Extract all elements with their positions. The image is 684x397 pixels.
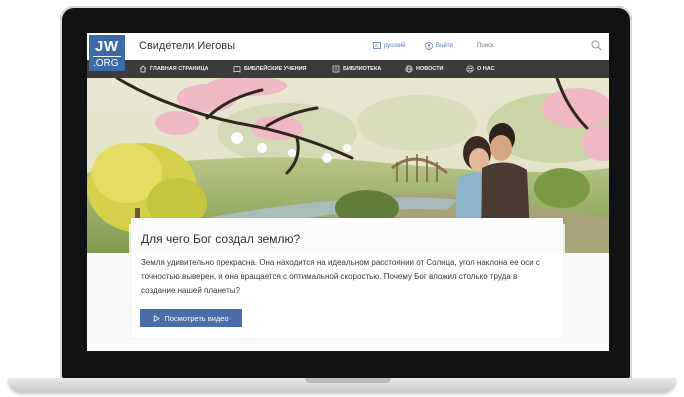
nav-item-news[interactable]: НОВОСТИ [405,65,444,73]
people-icon [466,65,474,73]
home-icon [139,65,147,73]
login-label: Войти [436,43,453,49]
nav-item-bible-teachings[interactable]: БИБЛЕЙСКИЕ УЧЕНИЯ [233,65,307,73]
language-icon: A [373,42,381,49]
site-title[interactable]: Свидетели Иеговы [139,40,235,52]
browser-screen: JW .ORG Свидетели Иеговы A русский Войти… [87,33,609,351]
main-nav: ГЛАВНАЯ СТРАНИЦА БИБЛЕЙСКИЕ УЧЕНИЯ БИБЛИ… [87,60,609,78]
nav-label-library: БИБЛИОТЕКА [343,66,382,72]
jw-logo[interactable]: JW .ORG [89,35,125,71]
nav-label-home: ГЛАВНАЯ СТРАНИЦА [150,66,209,72]
logo-text-top: JW [95,38,119,55]
library-icon [332,65,340,73]
nav-item-about[interactable]: О НАС [466,65,495,73]
nav-label-about: О НАС [477,66,495,72]
logo-text-bottom: .ORG [93,56,121,69]
play-icon [154,314,161,322]
laptop-notch [305,378,391,383]
login-link[interactable]: Войти [425,42,453,50]
nav-label-news: НОВОСТИ [416,66,444,72]
nav-item-library[interactable]: БИБЛИОТЕКА [332,65,381,73]
watch-video-button[interactable]: Посмотреть видео [140,309,242,327]
feature-description: Земля удивительно прекрасна. Она находит… [141,258,540,295]
bible-icon [233,66,241,73]
watch-video-label: Посмотреть видео [164,313,229,323]
nav-label-bible-teachings: БИБЛЕЙСКИЕ УЧЕНИЯ [244,66,307,72]
user-icon [425,42,433,50]
feature-heading[interactable]: Для чего Бог создал землю? [141,232,300,246]
nav-item-home[interactable]: ГЛАВНАЯ СТРАНИЦА [139,65,208,73]
search-icon[interactable] [591,40,602,51]
globe-icon [405,65,413,73]
language-selector[interactable]: A русский [373,42,406,49]
language-label: русский [384,42,406,49]
site-header: JW .ORG Свидетели Иеговы A русский Войти… [87,33,609,71]
search-input[interactable]: Поиск [477,43,494,49]
